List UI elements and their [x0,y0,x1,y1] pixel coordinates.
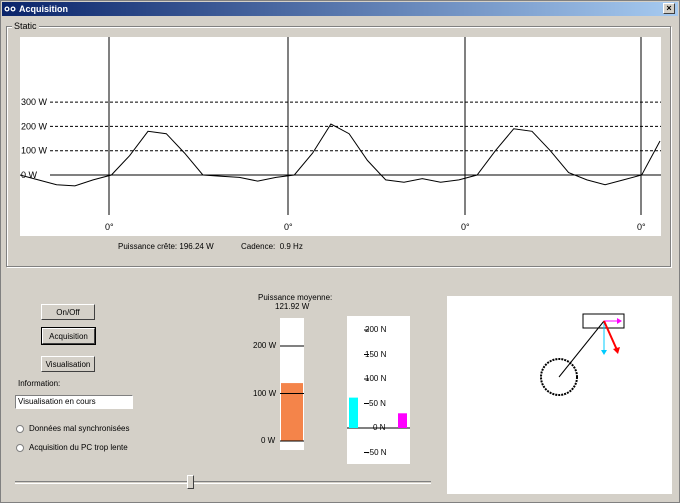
y-tick-label: 200 W [21,121,48,131]
pedal-diagram-svg [540,313,625,396]
radio-circle-icon [16,424,24,433]
arrow-head-icon [617,318,622,324]
acquisition-window: Acquisition × Static 300 W 200 W 100 W 0 W 0… [0,0,680,503]
window-title: Acquisition [19,4,68,14]
avg-power-fill [281,383,303,441]
arrow-head-icon [601,350,607,355]
y-tick-label: 100 W [21,146,48,156]
power-tick-label: 0 W [261,436,276,445]
radio-data-unsync-label: Données mal synchronisées [29,424,130,433]
acquisition-button[interactable]: Acquisition [41,327,96,345]
cadence-label: Cadence: 0.9 Hz [241,242,303,251]
force-tick-label: -50 N [367,448,387,457]
information-field[interactable]: Visualisation en cours [15,395,133,409]
x-marker-label: 0° [284,222,293,232]
cadence-value: 0.9 Hz [279,242,303,251]
arrow-head-icon [613,347,620,354]
force-tick-label: 100 N [365,374,387,383]
title-bar[interactable]: Acquisition × [2,2,678,16]
avg-power-gauge [280,318,304,450]
power-curve [20,123,661,187]
force-bar-magenta [398,413,407,428]
information-label: Information: [18,379,61,388]
app-icon [4,6,16,12]
force-tick-label: 150 N [365,350,387,359]
power-tick-label: 200 W [253,341,277,350]
force-tick-label: 50 N [369,399,386,408]
pedal-diagram [447,296,672,494]
peak-power-value: 196.24 W [179,242,214,251]
force-tick-label: 0 N [373,423,386,432]
force-gauge [347,316,410,464]
radio-circle-icon [16,443,24,452]
visualisation-button[interactable]: Visualisation [41,356,95,372]
radio-pc-slow[interactable]: Acquisition du PC trop lente [16,443,128,452]
force-gauge-svg [347,329,410,453]
force-bar-cyan [349,397,358,428]
slider-thumb[interactable] [186,475,194,489]
peak-power-label: Puissance crête: 196.24 W [118,242,214,251]
crank-arm [558,320,605,378]
y-tick-label: 0 W [21,170,38,180]
power-tick-label: 100 W [253,389,277,398]
on-off-button[interactable]: On/Off [41,304,95,320]
power-plot: 300 W 200 W 100 W 0 W 0° 0° 0° 0° [20,37,661,236]
avg-power-title: Puissance moyenne: [258,293,333,302]
radio-data-unsync[interactable]: Données mal synchronisées [16,424,130,433]
group-label: Static [12,21,39,31]
radio-pc-slow-label: Acquisition du PC trop lente [29,443,128,452]
avg-power-gauge-svg [280,345,304,442]
power-plot-svg: 300 W 200 W 100 W 0 W 0° 0° 0° 0° [20,37,661,232]
x-marker-label: 0° [461,222,470,232]
avg-power-value: 121.92 W [275,302,310,311]
y-tick-label: 300 W [21,97,48,107]
force-vector-resultant [603,320,618,351]
x-marker-label: 0° [105,222,114,232]
force-tick-label: 200 N [365,325,387,334]
x-marker-label: 0° [637,222,646,232]
close-button[interactable]: × [663,3,675,14]
slider-track[interactable] [15,481,431,484]
